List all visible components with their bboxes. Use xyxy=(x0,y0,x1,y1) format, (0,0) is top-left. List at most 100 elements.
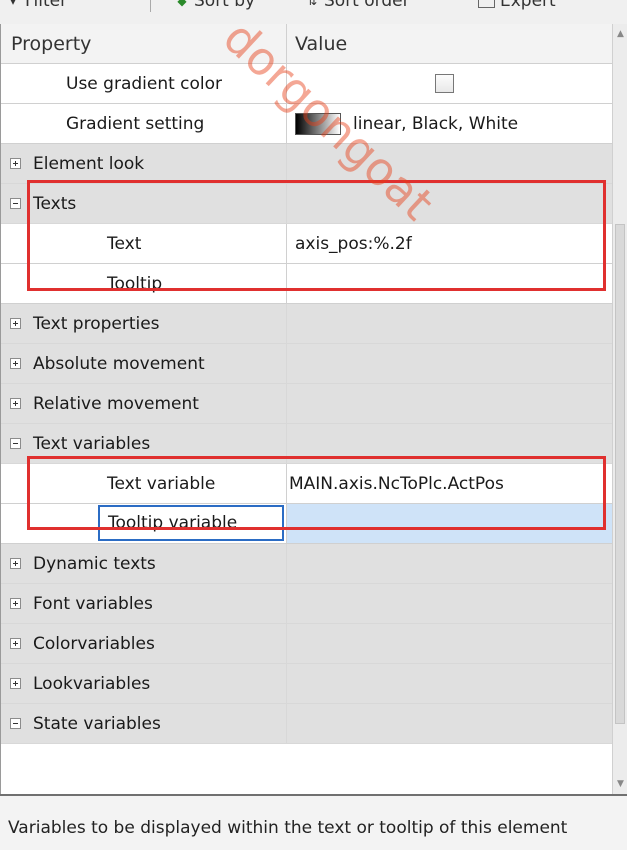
category-absolute-movement[interactable]: Absolute movement xyxy=(1,344,613,384)
category-label: Colorvariables xyxy=(33,633,155,654)
property-cell: Use gradient color xyxy=(1,64,287,104)
category-label: Element look xyxy=(33,153,145,174)
row-text[interactable]: Text axis_pos:%.2f xyxy=(1,224,613,264)
property-grid: Property Value Use gradient color Gradie… xyxy=(0,24,613,794)
sort-order-icon: ⇅ xyxy=(306,0,318,8)
category-lookvariables[interactable]: Lookvariables xyxy=(1,664,613,704)
description-panel: Variables to be displayed within the tex… xyxy=(0,794,627,850)
property-label: Use gradient color xyxy=(66,73,223,94)
filter-button[interactable]: ▾ Filter xyxy=(6,0,67,11)
scroll-up-arrow-icon[interactable]: ▲ xyxy=(613,26,627,42)
scroll-down-arrow-icon[interactable]: ▼ xyxy=(613,776,627,792)
property-cell: Text xyxy=(1,224,287,264)
value-column-header[interactable]: Value xyxy=(287,24,613,64)
property-column-header[interactable]: Property xyxy=(1,24,287,64)
category-dynamic-texts[interactable]: Dynamic texts xyxy=(1,544,613,584)
category-font-variables[interactable]: Font variables xyxy=(1,584,613,624)
value-cell: linear, Black, White xyxy=(287,104,613,144)
gradient-swatch xyxy=(295,112,341,135)
row-text-variable[interactable]: Text variable MAIN.axis.NcToPlc.ActPos xyxy=(1,464,613,504)
filter-icon: ▾ xyxy=(9,0,17,8)
property-cell: Text variable xyxy=(1,464,287,504)
expand-icon[interactable] xyxy=(10,638,21,649)
category-value xyxy=(287,304,613,344)
expand-icon[interactable] xyxy=(10,398,21,409)
category-state-variables[interactable]: State variables xyxy=(1,704,613,744)
category-cell: Colorvariables xyxy=(1,624,287,664)
grid-header: Property Value xyxy=(1,24,613,64)
expert-label: Expert xyxy=(500,0,556,11)
category-label: Lookvariables xyxy=(33,673,151,694)
toolbar-separator xyxy=(150,0,151,12)
category-label: Text properties xyxy=(33,313,160,334)
row-use-gradient-color[interactable]: Use gradient color xyxy=(1,64,613,104)
property-cell: Tooltip xyxy=(1,264,287,304)
category-cell: Relative movement xyxy=(1,384,287,424)
property-label: Text xyxy=(107,233,142,254)
tooltip-variable-value-field[interactable] xyxy=(287,504,613,544)
collapse-icon[interactable] xyxy=(10,438,21,449)
category-text-variables[interactable]: Text variables xyxy=(1,424,613,464)
category-label: Absolute movement xyxy=(33,353,205,374)
category-value xyxy=(287,624,613,664)
collapse-icon[interactable] xyxy=(10,198,21,209)
sort-order-button[interactable]: ⇅ Sort order xyxy=(305,0,410,11)
sort-by-button[interactable]: ◆ Sort by xyxy=(175,0,255,11)
tooltip-value-field[interactable] xyxy=(287,264,613,304)
category-texts[interactable]: Texts xyxy=(1,184,613,224)
row-gradient-setting[interactable]: Gradient setting linear, Black, White xyxy=(1,104,613,144)
category-value xyxy=(287,344,613,384)
text-value-field[interactable]: axis_pos:%.2f xyxy=(287,224,613,264)
category-label: Dynamic texts xyxy=(33,553,156,574)
row-tooltip[interactable]: Tooltip xyxy=(1,264,613,304)
expand-icon[interactable] xyxy=(10,318,21,329)
description-text: Variables to be displayed within the tex… xyxy=(8,818,568,838)
category-cell: Text variables xyxy=(1,424,287,464)
category-value xyxy=(287,144,613,184)
category-value xyxy=(287,584,613,624)
category-cell: Element look xyxy=(1,144,287,184)
vertical-scrollbar[interactable]: ▲ ▼ xyxy=(612,24,627,794)
category-cell: Absolute movement xyxy=(1,344,287,384)
category-cell: Texts xyxy=(1,184,287,224)
scrollbar-thumb[interactable] xyxy=(615,224,625,724)
category-label: State variables xyxy=(33,713,161,734)
property-label: Text variable xyxy=(107,473,216,494)
row-tooltip-variable[interactable]: Tooltip variable xyxy=(1,504,613,544)
expand-icon[interactable] xyxy=(10,598,21,609)
category-colorvariables[interactable]: Colorvariables xyxy=(1,624,613,664)
category-cell: State variables xyxy=(1,704,287,744)
expert-checkbox-icon xyxy=(478,0,495,8)
category-text-properties[interactable]: Text properties xyxy=(1,304,613,344)
expand-icon[interactable] xyxy=(10,158,21,169)
property-label: Gradient setting xyxy=(66,113,205,134)
category-value xyxy=(287,544,613,584)
toolbar: ▾ Filter ◆ Sort by ⇅ Sort order Expert xyxy=(0,0,627,25)
sort-order-label: Sort order xyxy=(324,0,410,11)
gradient-value: linear, Black, White xyxy=(353,113,519,134)
expand-icon[interactable] xyxy=(10,678,21,689)
category-value xyxy=(287,184,613,224)
category-label: Relative movement xyxy=(33,393,199,414)
value-cell xyxy=(287,64,613,104)
expand-icon[interactable] xyxy=(10,558,21,569)
selected-property-label: Tooltip variable xyxy=(98,505,284,541)
category-value xyxy=(287,704,613,744)
category-element-look[interactable]: Element look xyxy=(1,144,613,184)
collapse-icon[interactable] xyxy=(10,718,21,729)
expand-icon[interactable] xyxy=(10,358,21,369)
category-label: Text variables xyxy=(33,433,151,454)
sort-by-label: Sort by xyxy=(194,0,256,11)
sort-by-icon: ◆ xyxy=(177,0,187,8)
category-cell: Font variables xyxy=(1,584,287,624)
category-relative-movement[interactable]: Relative movement xyxy=(1,384,613,424)
property-cell: Gradient setting xyxy=(1,104,287,144)
expert-button[interactable]: Expert xyxy=(478,0,556,11)
category-cell: Lookvariables xyxy=(1,664,287,704)
category-label: Font variables xyxy=(33,593,153,614)
text-variable-value-field[interactable]: MAIN.axis.NcToPlc.ActPos xyxy=(287,464,613,504)
category-cell: Dynamic texts xyxy=(1,544,287,584)
property-label: Tooltip xyxy=(107,273,163,294)
use-gradient-checkbox[interactable] xyxy=(435,74,454,93)
category-label: Texts xyxy=(33,193,77,214)
